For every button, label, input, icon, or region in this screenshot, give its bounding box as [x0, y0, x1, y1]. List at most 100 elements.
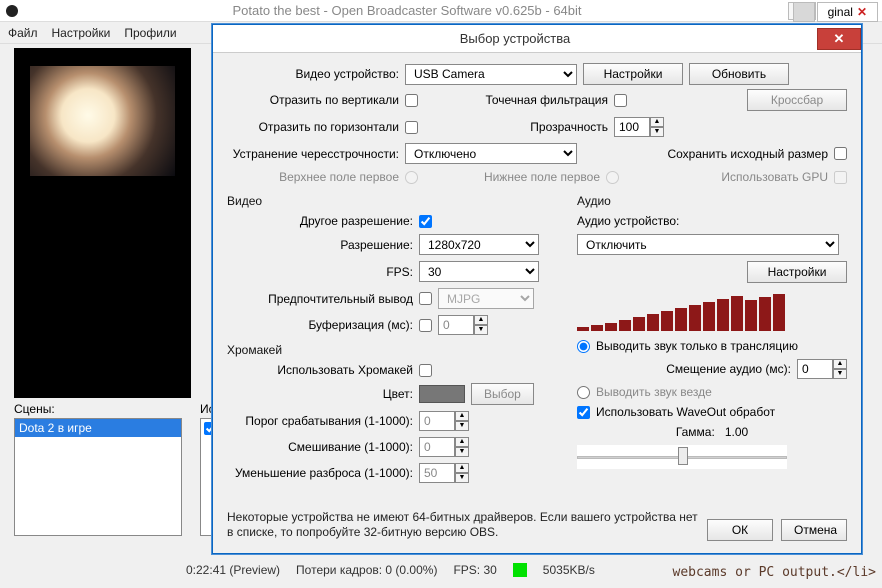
- flip-v-label: Отразить по вертикали: [227, 93, 399, 107]
- gamma-value: 1.00: [725, 425, 748, 439]
- point-filter-label: Точечная фильтрация: [476, 93, 608, 107]
- threshold-label: Порог срабатывания (1-1000):: [227, 414, 413, 428]
- main-title: Potato the best - Open Broadcaster Softw…: [26, 3, 788, 18]
- buffering-checkbox[interactable]: [419, 319, 432, 332]
- pref-output-checkbox[interactable]: [419, 292, 432, 305]
- deinterlace-select[interactable]: Отключено: [405, 143, 577, 164]
- spin-up-icon[interactable]: ▲: [474, 315, 488, 325]
- audio-offset-input[interactable]: [797, 359, 833, 379]
- audio-offset-label: Смещение аудио (мс):: [666, 362, 791, 376]
- resolution-label: Разрешение:: [227, 238, 413, 252]
- flip-v-checkbox[interactable]: [405, 94, 418, 107]
- tab-strip: ginal ✕: [793, 2, 878, 22]
- output-stream-label: Выводить звук только в трансляцию: [596, 339, 798, 353]
- spin-down-icon[interactable]: ▼: [455, 421, 469, 431]
- spin-down-icon[interactable]: ▼: [455, 447, 469, 457]
- spill-label: Уменьшение разброса (1-1000):: [227, 466, 413, 480]
- spin-down-icon[interactable]: ▼: [833, 369, 847, 379]
- dialog-close-button[interactable]: ✕: [817, 28, 861, 50]
- tab-bg[interactable]: [793, 2, 815, 22]
- tab-active[interactable]: ginal ✕: [817, 2, 878, 22]
- use-chroma-checkbox[interactable]: [419, 364, 432, 377]
- blend-input[interactable]: [419, 437, 455, 457]
- video-group-label: Видео: [227, 194, 567, 208]
- waveout-label: Использовать WaveOut обработ: [596, 405, 775, 419]
- status-indicator-icon: [513, 563, 527, 577]
- app-icon: [6, 5, 18, 17]
- main-titlebar: Potato the best - Open Broadcaster Softw…: [0, 0, 882, 22]
- chroma-color-swatch[interactable]: [419, 385, 465, 403]
- output-stream-radio[interactable]: [577, 340, 590, 353]
- scenes-list[interactable]: Dota 2 в игре: [14, 418, 182, 536]
- spin-up-icon[interactable]: ▲: [455, 437, 469, 447]
- status-bitrate: 5035KB/s: [543, 563, 595, 577]
- preserve-size-checkbox[interactable]: [834, 147, 847, 160]
- menu-settings[interactable]: Настройки: [52, 26, 111, 40]
- status-dropped: Потери кадров: 0 (0.00%): [296, 563, 437, 577]
- status-time: 0:22:41 (Preview): [186, 563, 280, 577]
- close-icon[interactable]: ✕: [857, 5, 867, 19]
- audio-settings-button[interactable]: Настройки: [747, 261, 847, 283]
- custom-res-label: Другое разрешение:: [227, 214, 413, 228]
- blend-label: Смешивание (1-1000):: [227, 440, 413, 454]
- point-filter-checkbox[interactable]: [614, 94, 627, 107]
- buffering-label: Буферизация (мс):: [227, 318, 413, 332]
- deinterlace-label: Устранение чересстрочности:: [227, 147, 399, 161]
- output-everywhere-radio[interactable]: [577, 386, 590, 399]
- threshold-input[interactable]: [419, 411, 455, 431]
- chroma-group-label: Хромакей: [227, 343, 567, 357]
- cancel-button[interactable]: Отмена: [781, 519, 847, 541]
- preview-area: [14, 48, 191, 398]
- gamma-slider[interactable]: [577, 445, 787, 469]
- bottom-field-radio: [606, 171, 619, 184]
- slider-thumb-icon[interactable]: [678, 447, 688, 465]
- use-chroma-label: Использовать Хромакей: [227, 363, 413, 377]
- color-label: Цвет:: [227, 387, 413, 401]
- spin-down-icon[interactable]: ▼: [474, 325, 488, 335]
- spin-up-icon[interactable]: ▲: [455, 463, 469, 473]
- spin-up-icon[interactable]: ▲: [833, 359, 847, 369]
- video-settings-button[interactable]: Настройки: [583, 63, 683, 85]
- waveout-checkbox[interactable]: [577, 406, 590, 419]
- top-field-label: Верхнее поле первое: [227, 170, 399, 184]
- spin-up-icon[interactable]: ▲: [455, 411, 469, 421]
- scenes-label: Сцены:: [14, 402, 182, 416]
- preview-content: [30, 66, 175, 176]
- list-item[interactable]: Dota 2 в игре: [15, 419, 181, 437]
- dialog-titlebar: Выбор устройства ✕: [213, 25, 861, 53]
- fps-label: FPS:: [227, 265, 413, 279]
- preserve-size-label: Сохранить исходный размер: [667, 147, 828, 161]
- spin-down-icon[interactable]: ▼: [455, 473, 469, 483]
- buffering-input[interactable]: [438, 315, 474, 335]
- bottom-field-label: Нижнее поле первое: [460, 170, 600, 184]
- choose-color-button[interactable]: Выбор: [471, 383, 534, 405]
- menu-file[interactable]: Файл: [8, 26, 38, 40]
- dialog-title: Выбор устройства: [213, 31, 817, 46]
- video-device-select[interactable]: USB Camera: [405, 64, 577, 85]
- bg-text: webcams or PC output.</li>: [673, 565, 877, 580]
- refresh-button[interactable]: Обновить: [689, 63, 789, 85]
- gamma-label: Гамма:: [676, 425, 715, 439]
- spin-down-icon[interactable]: ▼: [650, 127, 664, 137]
- spill-input[interactable]: [419, 463, 455, 483]
- status-fps: FPS: 30: [453, 563, 496, 577]
- spin-up-icon[interactable]: ▲: [650, 117, 664, 127]
- flip-h-label: Отразить по горизонтали: [227, 120, 399, 134]
- pref-output-label: Предпочтительный вывод: [227, 292, 413, 306]
- opacity-label: Прозрачность: [476, 120, 608, 134]
- fps-select[interactable]: 30: [419, 261, 539, 282]
- video-device-label: Видео устройство:: [227, 67, 399, 81]
- device-dialog: Выбор устройства ✕ Видео устройство: USB…: [212, 24, 862, 554]
- flip-h-checkbox[interactable]: [405, 121, 418, 134]
- custom-res-checkbox[interactable]: [419, 215, 432, 228]
- audio-device-select[interactable]: Отключить: [577, 234, 839, 255]
- resolution-select[interactable]: 1280x720: [419, 234, 539, 255]
- output-everywhere-label: Выводить звук везде: [596, 385, 712, 399]
- audio-device-label: Аудио устройство:: [577, 214, 679, 228]
- opacity-input[interactable]: [614, 117, 650, 137]
- use-gpu-label: Использовать GPU: [721, 170, 828, 184]
- crossbar-button[interactable]: Кроссбар: [747, 89, 847, 111]
- menu-profiles[interactable]: Профили: [124, 26, 176, 40]
- use-gpu-checkbox: [834, 171, 847, 184]
- ok-button[interactable]: ОК: [707, 519, 773, 541]
